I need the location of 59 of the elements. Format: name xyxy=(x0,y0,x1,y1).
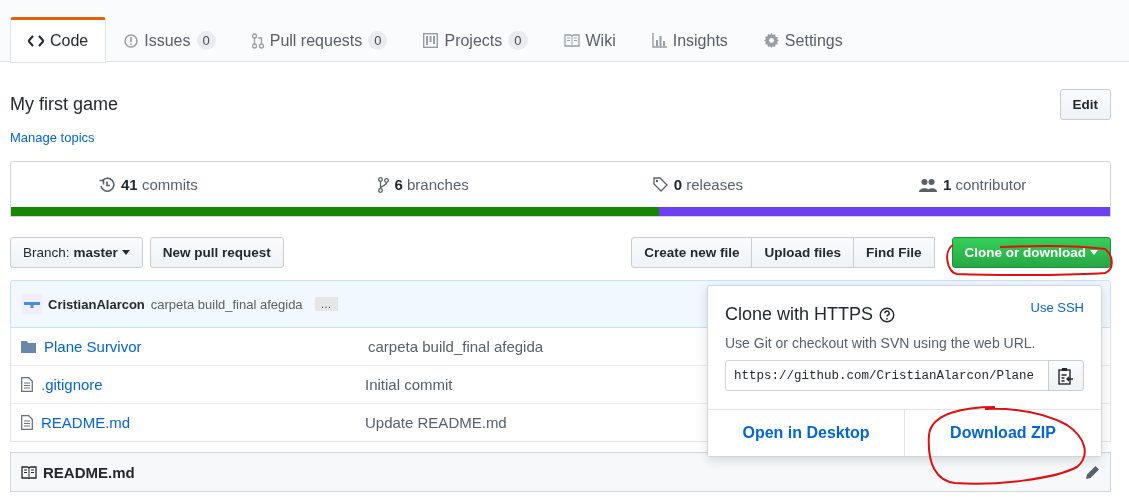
issue-icon xyxy=(124,33,139,48)
folder-icon xyxy=(21,340,36,353)
expand-message-button[interactable]: … xyxy=(314,297,338,311)
repo-stat-link[interactable]: 1 contributor xyxy=(835,176,1110,193)
commit-author[interactable]: CristianAlarcon xyxy=(48,296,145,312)
popover-title: Clone with HTTPS xyxy=(725,304,874,325)
repo-tab[interactable]: Issues 0 xyxy=(106,17,234,62)
file-name-link[interactable]: .gitignore xyxy=(41,376,357,393)
count-badge: 0 xyxy=(196,31,216,50)
clipboard-icon[interactable] xyxy=(1058,366,1074,385)
branch-icon xyxy=(377,176,389,193)
repo-tab[interactable]: Insights xyxy=(633,17,746,62)
repo-stat-link[interactable]: 41 commits xyxy=(11,176,286,193)
edit-pencil-icon[interactable] xyxy=(1085,464,1100,480)
file-icon xyxy=(21,415,33,430)
edit-button[interactable]: Edit xyxy=(1059,89,1111,120)
repo-stat-link[interactable]: 6 branches xyxy=(285,176,561,193)
code-icon xyxy=(28,35,44,47)
repo-description: My first game xyxy=(10,94,119,115)
file-name-link[interactable]: README.md xyxy=(41,414,357,431)
clone-url-field[interactable]: https://github.com/CristianAlarcon/Plane xyxy=(725,360,1049,391)
popover-action-link[interactable]: Download ZIP xyxy=(904,410,1101,456)
project-board-icon xyxy=(423,33,439,48)
branch-select-button[interactable]: Branch: master xyxy=(10,237,143,268)
new-pull-request-button[interactable]: New pull request xyxy=(149,237,284,268)
repo-tab[interactable]: Code xyxy=(10,17,107,63)
caret-icon xyxy=(121,250,130,255)
history-icon xyxy=(99,176,116,193)
commit-message-link[interactable]: Update README.md xyxy=(365,414,507,431)
repo-tab[interactable]: Wiki xyxy=(545,17,634,62)
commit-message-link[interactable]: carpeta build_final afegida xyxy=(368,338,544,355)
file-action-button[interactable]: Create new file xyxy=(631,237,753,268)
count-badge: 0 xyxy=(508,31,528,50)
file-icon xyxy=(21,377,33,392)
pull-request-icon xyxy=(251,32,264,49)
commit-message: carpeta build_final afegida xyxy=(150,296,303,312)
file-name-link[interactable]: Plane Survivor xyxy=(44,338,360,355)
file-action-button[interactable]: Find File xyxy=(853,237,935,268)
bar-graph-icon xyxy=(651,33,667,48)
manage-topics-link[interactable]: Manage topics xyxy=(10,130,95,145)
repo-tab[interactable]: Projects 0 xyxy=(405,17,546,62)
popover-hint: Use Git or checkout with SVN using the web URL. xyxy=(725,335,1037,351)
caret-icon xyxy=(1090,250,1098,255)
help-icon[interactable] xyxy=(879,306,896,323)
settings-icon xyxy=(763,33,779,48)
book-icon xyxy=(563,34,580,47)
readme-title: README.md xyxy=(43,463,136,481)
repo-tab[interactable]: Pull requests 0 xyxy=(233,17,406,62)
copy-button[interactable] xyxy=(1048,360,1084,391)
commit-message-link[interactable]: Initial commit xyxy=(365,376,453,393)
book-icon xyxy=(21,465,37,479)
count-badge: 0 xyxy=(368,31,388,50)
people-icon xyxy=(918,177,937,192)
repo-tab[interactable]: Settings xyxy=(745,17,861,62)
use-ssh-link[interactable]: Use SSH xyxy=(1030,300,1084,325)
tag-icon xyxy=(652,177,668,192)
repo-stat-link[interactable]: 0 releases xyxy=(560,176,836,193)
popover-action-link[interactable]: Open in Desktop xyxy=(708,410,904,456)
file-action-button[interactable]: Upload files xyxy=(751,237,854,268)
